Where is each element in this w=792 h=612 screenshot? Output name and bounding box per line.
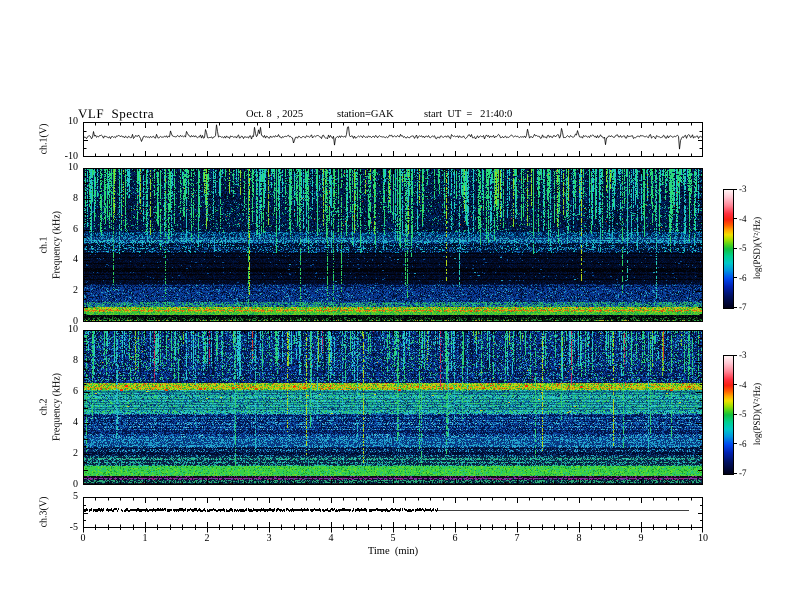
spec1-ytick-label: 10 bbox=[68, 162, 78, 173]
colorbar-tick bbox=[733, 277, 737, 278]
figure-date: Oct. 8 , 2025 bbox=[246, 109, 304, 120]
spec1-ytick-label: 8 bbox=[73, 192, 78, 204]
ch1wave-ytick-label: -10 bbox=[64, 151, 78, 162]
colorbar-tick-label: -3 bbox=[739, 184, 747, 194]
figure-title: VLF Spectra bbox=[78, 106, 155, 121]
colorbar-tick bbox=[733, 247, 737, 249]
colorbar-tick-label: -5 bbox=[739, 243, 747, 253]
time-axis-tick-label: 4 bbox=[328, 533, 334, 544]
spec2-ytick-label: 8 bbox=[73, 355, 78, 366]
colorbar-tick-label: -7 bbox=[739, 468, 747, 478]
colorbar-tick-label: -6 bbox=[739, 272, 747, 283]
ch1-voltage-axis-label: ch.1(V) bbox=[38, 123, 50, 155]
ch3-waveform-panel bbox=[83, 497, 703, 536]
colorbar-1-label: log(PSD)(V²/Hz) bbox=[752, 216, 762, 280]
time-axis-tick-label: 7 bbox=[514, 533, 520, 544]
colorbar-tick bbox=[733, 218, 737, 219]
colorbar-tick bbox=[733, 413, 737, 415]
spec2-ytick-label: 4 bbox=[73, 417, 78, 428]
station-label: station=GAK bbox=[337, 109, 394, 120]
colorbar-tick bbox=[733, 188, 737, 190]
colorbar-2 bbox=[723, 355, 734, 475]
ch3wave-ytick-label: 5 bbox=[73, 491, 78, 502]
colorbar-tick bbox=[733, 472, 737, 474]
time-axis-tick-label: 0 bbox=[80, 533, 86, 544]
colorbar-1 bbox=[723, 189, 734, 309]
spec2-ytick-label: 2 bbox=[73, 448, 78, 459]
time-axis-label: Time (min) bbox=[367, 546, 419, 557]
colorbar-tick bbox=[733, 306, 737, 308]
colorbar-2-label: log(PSD)(V²/Hz) bbox=[752, 382, 762, 446]
colorbar-tick-label: -3 bbox=[739, 350, 747, 360]
spec2-frequency-axis-label: Frequency (kHz) bbox=[51, 372, 63, 442]
colorbar-tick-label: -7 bbox=[739, 302, 747, 312]
time-axis-tick-label: 9 bbox=[638, 533, 644, 544]
ch3wave-ytick-label: -5 bbox=[69, 522, 78, 533]
spec1-frequency-axis-label: Frequency (kHz) bbox=[51, 210, 63, 280]
spec2-ytick-label: 0 bbox=[73, 479, 78, 490]
colorbar-tick bbox=[733, 384, 737, 385]
ch1-waveform-panel bbox=[83, 122, 703, 157]
spec2-ytick-label: 10 bbox=[68, 324, 78, 335]
ch1-spectrogram-panel bbox=[83, 168, 703, 322]
ch2-spectrogram-panel bbox=[83, 330, 703, 485]
time-axis-tick-label: 10 bbox=[698, 533, 708, 544]
spec1-ytick-label: 2 bbox=[73, 285, 78, 297]
colorbar-tick bbox=[733, 443, 737, 444]
ch1wave-ytick-label: 10 bbox=[68, 116, 78, 127]
colorbar-tick bbox=[733, 354, 737, 356]
time-axis-tick-label: 3 bbox=[266, 533, 272, 544]
time-axis-tick-label: 1 bbox=[142, 533, 148, 544]
time-axis-tick-label: 2 bbox=[204, 533, 210, 544]
colorbar-tick-label: -5 bbox=[739, 409, 747, 419]
spec1-ytick-label: 6 bbox=[73, 223, 78, 235]
colorbar-tick-label: -6 bbox=[739, 438, 747, 449]
vlf-spectra-figure: VLF Spectra Oct. 8 , 2025 station=GAK st… bbox=[0, 0, 792, 612]
time-axis-tick-label: 8 bbox=[576, 533, 582, 544]
start-ut-label: start UT = 21:40:0 bbox=[424, 109, 513, 120]
spec1-channel-axis-label: ch.1 bbox=[38, 236, 50, 254]
spec2-ytick-label: 6 bbox=[73, 386, 78, 397]
colorbar-tick-label: -4 bbox=[739, 379, 747, 390]
spec1-ytick-label: 4 bbox=[73, 254, 78, 266]
spec2-channel-axis-label: ch.2 bbox=[38, 398, 50, 416]
time-axis-tick-label: 5 bbox=[390, 533, 396, 544]
time-axis-tick-label: 6 bbox=[452, 533, 458, 544]
colorbar-tick-label: -4 bbox=[739, 213, 747, 224]
